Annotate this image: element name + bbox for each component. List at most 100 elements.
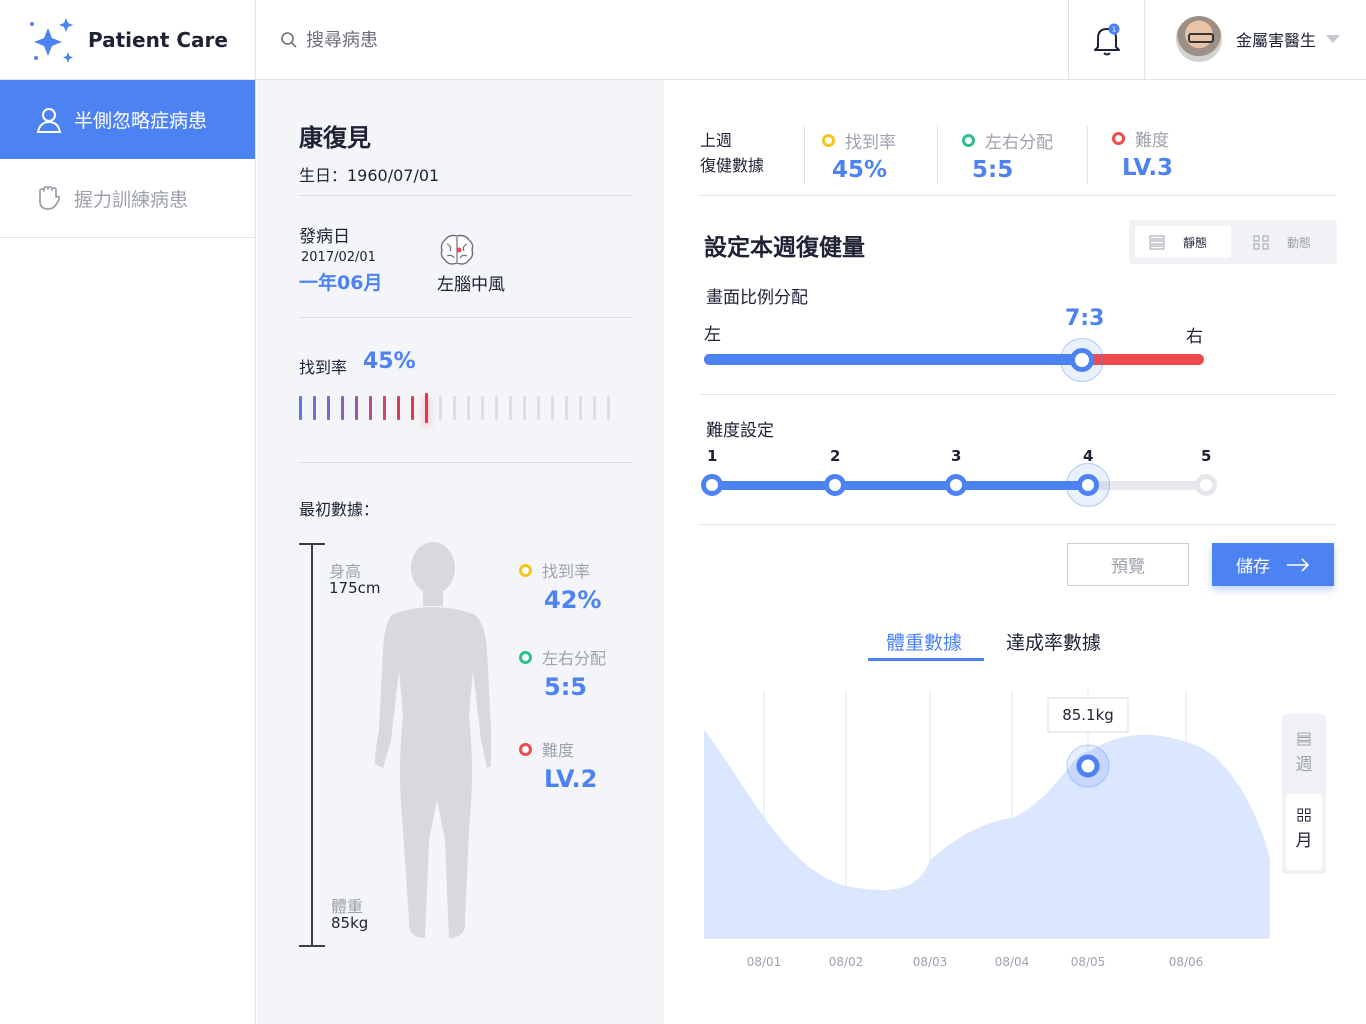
person-icon (36, 107, 62, 133)
ratio-slider-fill (704, 354, 1082, 365)
month-label: 月 (1295, 831, 1313, 851)
search-input[interactable] (306, 29, 706, 51)
main-panel: 上週 復健數據 找到率 45% 左右分配 5:5 難度 LV.3 設定本週復健量… (664, 80, 1366, 1024)
difficulty-step-label: 1 (707, 447, 718, 465)
sidebar-item-neglect-patients[interactable]: 半側忽略症病患 (0, 80, 255, 159)
last-week-difficulty: 難度 LV.3 (1112, 126, 1173, 181)
week-button[interactable]: 週 (1286, 730, 1322, 778)
difficulty-step-2[interactable] (824, 474, 846, 496)
difficulty-step-1[interactable] (701, 474, 723, 496)
ratio-label: 畫面比例分配 (706, 288, 808, 308)
meter-tick (467, 396, 470, 420)
arrow-right-icon (1287, 557, 1310, 572)
stat-label: 左右分配 (985, 133, 1053, 153)
x-tick-label: 08/06 (1169, 955, 1204, 969)
divider (299, 317, 633, 318)
stat-value: LV.2 (544, 765, 598, 793)
mode-toggle: 靜態 動態 (1129, 220, 1337, 264)
save-button[interactable]: 儲存 (1212, 543, 1334, 586)
x-tick-label: 08/04 (995, 955, 1030, 969)
avatar (1176, 16, 1222, 62)
period-toggle: 週 月 (1282, 714, 1326, 874)
stat-value: 42% (544, 586, 602, 614)
find-rate-value: 45% (363, 349, 416, 374)
meter-tick (341, 396, 344, 420)
divider (700, 195, 1336, 196)
sidebar-item-label: 半側忽略症病患 (74, 110, 208, 132)
search-icon (281, 32, 297, 48)
ratio-slider[interactable] (704, 354, 1204, 365)
difficulty-step-label: 5 (1201, 447, 1212, 465)
onset-date: 2017/02/01 (301, 250, 376, 265)
meter-tick (355, 396, 358, 420)
height-ruler (311, 543, 313, 947)
difficulty-step-5[interactable] (1195, 474, 1217, 496)
last-week-line2: 復健數據 (700, 156, 765, 175)
difficulty-slider-fill (712, 481, 1088, 490)
tab-weight-data[interactable]: 體重數據 (886, 628, 962, 655)
meter-tick (397, 396, 400, 420)
brain-icon (440, 234, 474, 265)
sidebar-item-grip-patients[interactable]: 握力訓練病患 (0, 159, 255, 238)
difficulty-step-4[interactable] (1077, 474, 1099, 496)
user-menu[interactable]: 金屬害醫生 (1176, 16, 1341, 62)
initial-lr-ratio: 左右分配 5:5 (519, 645, 606, 701)
meter-tick (537, 396, 540, 420)
divider (700, 394, 1336, 395)
tab-achievement-data[interactable]: 達成率數據 (1006, 628, 1101, 655)
highlight-point[interactable] (1076, 754, 1100, 778)
separator (1087, 126, 1088, 184)
tooltip-value: 85.1kg (1062, 706, 1114, 724)
separator (804, 126, 805, 184)
stat-value: 5:5 (544, 673, 587, 701)
ruler-bottom (299, 945, 325, 947)
divider (299, 462, 633, 463)
meter-tick (481, 396, 484, 420)
meter-tick (369, 396, 372, 420)
ratio-slider-handle[interactable] (1070, 348, 1094, 372)
notification-button[interactable]: 1 (1068, 0, 1145, 80)
weight-area (704, 730, 1270, 938)
diagnosis: 左腦中風 (437, 275, 505, 295)
red-dot-icon (1112, 132, 1125, 145)
save-button-label: 儲存 (1236, 557, 1270, 577)
ratio-value: 7:3 (1065, 306, 1105, 331)
left-label: 左 (704, 325, 721, 345)
search-bar[interactable] (280, 24, 706, 56)
difficulty-step-label: 2 (830, 447, 841, 465)
grid-icon (1253, 235, 1269, 250)
difficulty-step-3[interactable] (945, 474, 967, 496)
divider (700, 524, 1336, 525)
green-dot-icon (962, 134, 975, 147)
brand-logo[interactable]: Patient Care (0, 0, 256, 80)
last-week-lr-ratio: 左右分配 5:5 (962, 128, 1053, 183)
meter-tick (439, 396, 442, 420)
difficulty-label: 難度設定 (706, 421, 774, 441)
meter-tick (411, 396, 414, 420)
sidebar: 半側忽略症病患 握力訓練病患 (0, 80, 256, 1024)
stat-label: 找到率 (845, 133, 896, 153)
meter-tick (565, 396, 568, 420)
meter-tick (299, 396, 302, 420)
hand-icon (39, 186, 61, 210)
month-button[interactable]: 月 (1286, 794, 1322, 870)
patient-birth: 生日：1960/07/01 (299, 166, 440, 185)
week-label: 週 (1295, 755, 1313, 775)
last-week-find-rate: 找到率 45% (822, 128, 896, 183)
divider (299, 195, 633, 196)
x-tick-label: 08/02 (829, 955, 864, 969)
x-tick-label: 08/05 (1071, 955, 1106, 969)
static-mode-button[interactable]: 靜態 (1135, 226, 1231, 258)
user-name: 金屬害醫生 (1236, 31, 1317, 50)
sparkle-logo-icon (30, 18, 73, 63)
last-week-title: 上週 復健數據 (700, 128, 764, 178)
body-silhouette-icon (375, 542, 491, 938)
meter-tick (453, 396, 456, 420)
meter-tick (551, 396, 554, 420)
stat-value: 5:5 (972, 157, 1014, 183)
preview-button[interactable]: 預覽 (1067, 543, 1189, 586)
patient-name: 康復見 (299, 124, 371, 152)
onset-duration: 一年06月 (299, 272, 383, 294)
right-label: 右 (1186, 327, 1203, 347)
dynamic-mode-button[interactable]: 動態 (1239, 226, 1331, 258)
